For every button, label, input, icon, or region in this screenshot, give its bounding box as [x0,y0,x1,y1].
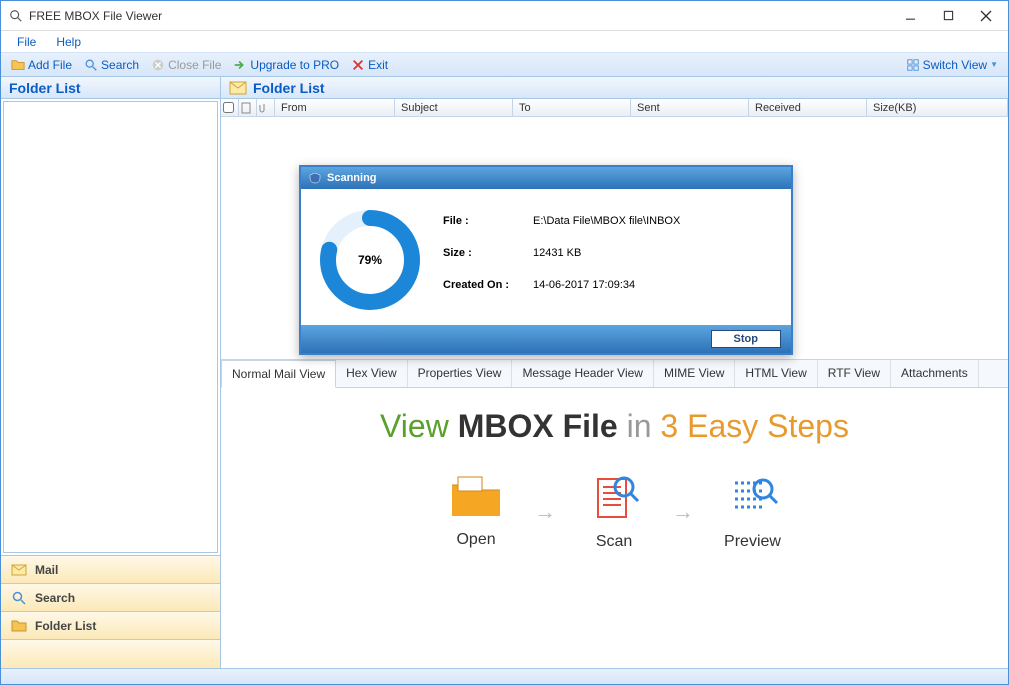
close-button[interactable] [976,6,996,26]
progress-ring: 79% [315,205,425,315]
grid-icon [906,58,920,72]
search-button[interactable]: Search [78,56,145,74]
nav-search[interactable]: Search [1,584,220,612]
scan-file-value: E:\Data File\MBOX file\INBOX [533,205,680,237]
col-from[interactable]: From [275,99,395,116]
tab-hex[interactable]: Hex View [336,360,407,387]
scanning-title: Scanning [301,167,791,189]
chevron-down-icon: ▼ [990,60,998,69]
view-tabs: Normal Mail View Hex View Properties Vie… [221,359,1008,388]
switch-view-button[interactable]: Switch View ▼ [900,56,1004,74]
menubar: File Help [1,31,1008,53]
promo-steps: Open → Scan → Preview [251,473,978,551]
step-preview: Preview [724,473,781,551]
folder-tree[interactable] [3,101,218,553]
col-checkbox[interactable] [221,99,239,116]
promo-area: View MBOX File in 3 Easy Steps Open → Sc… [221,388,1008,668]
tab-rtf[interactable]: RTF View [818,360,891,387]
right-panel-header: Folder List [221,77,1008,99]
nav-spacer [1,640,220,668]
tab-mime[interactable]: MIME View [654,360,735,387]
col-size[interactable]: Size(KB) [867,99,1008,116]
scan-created-label: Created On : [443,269,533,301]
col-to[interactable]: To [513,99,631,116]
nav-buttons: Mail Search Folder List [1,555,220,668]
tab-properties[interactable]: Properties View [408,360,513,387]
tab-html[interactable]: HTML View [735,360,817,387]
close-file-button[interactable]: Close File [145,56,227,74]
mail-icon [11,562,27,578]
magnifier-icon [84,58,98,72]
right-panel: Folder List From Subject To Sent Receive… [221,77,1008,668]
col-received[interactable]: Received [749,99,867,116]
col-attachment[interactable] [257,99,275,116]
left-panel: Folder List Mail Search Folder List [1,77,221,668]
magnifier-icon [11,590,27,606]
main-area: Folder List Mail Search Folder List Fold… [1,77,1008,668]
mail-icon [229,81,247,95]
left-panel-header: Folder List [1,77,220,99]
titlebar: FREE MBOX File Viewer [1,1,1008,31]
scan-info: File :E:\Data File\MBOX file\INBOX Size … [443,205,781,315]
scan-size-value: 12431 KB [533,237,680,269]
close-file-icon [151,58,165,72]
arrow-icon: → [672,499,694,525]
col-subject[interactable]: Subject [395,99,513,116]
column-headers: From Subject To Sent Received Size(KB) [221,99,1008,117]
page-icon [241,102,251,114]
maximize-button[interactable] [938,6,958,26]
minimize-button[interactable] [900,6,920,26]
scan-created-value: 14-06-2017 17:09:34 [533,269,680,301]
progress-percent: 79% [358,253,382,267]
add-file-button[interactable]: Add File [5,56,78,74]
arrow-right-icon [233,58,247,72]
nav-folder-list[interactable]: Folder List [1,612,220,640]
preview-icon [725,473,781,523]
col-flag[interactable] [239,99,257,116]
document-search-icon [586,473,642,523]
exit-icon [351,58,365,72]
window-title: FREE MBOX File Viewer [29,9,900,23]
step-scan: Scan [586,473,642,551]
nav-mail[interactable]: Mail [1,556,220,584]
tab-attachments[interactable]: Attachments [891,360,979,387]
folder-open-icon [448,475,504,521]
search-icon [9,9,23,23]
shield-icon [309,172,321,184]
upgrade-button[interactable]: Upgrade to PRO [227,56,345,74]
message-list-area: Scanning 79% File :E:\Data File\MBOX fil… [221,117,1008,357]
scan-file-label: File : [443,205,533,237]
folder-icon [11,618,27,634]
menu-file[interactable]: File [7,33,46,51]
attachment-icon [259,102,269,114]
promo-title: View MBOX File in 3 Easy Steps [251,408,978,445]
tab-normal[interactable]: Normal Mail View [221,360,336,388]
arrow-icon: → [534,499,556,525]
menu-help[interactable]: Help [46,33,91,51]
scan-size-label: Size : [443,237,533,269]
col-sent[interactable]: Sent [631,99,749,116]
tab-header[interactable]: Message Header View [512,360,654,387]
toolbar: Add File Search Close File Upgrade to PR… [1,53,1008,77]
scan-footer: Stop [301,325,791,353]
exit-button[interactable]: Exit [345,56,394,74]
folder-plus-icon [11,58,25,72]
step-open: Open [448,475,504,549]
scanning-dialog: Scanning 79% File :E:\Data File\MBOX fil… [299,165,793,355]
statusbar [1,668,1008,684]
stop-button[interactable]: Stop [711,330,781,348]
